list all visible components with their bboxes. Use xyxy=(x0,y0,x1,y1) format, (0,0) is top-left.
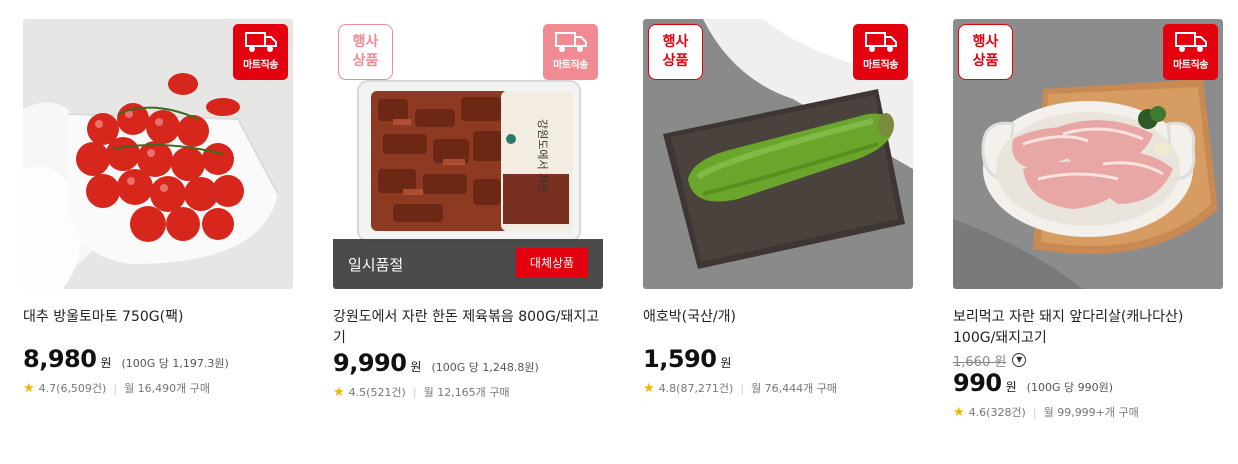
star-icon: ★ xyxy=(23,380,35,396)
soldout-text: 일시품절 xyxy=(348,256,404,274)
monthly-sales: 월 12,165개 구매 xyxy=(423,386,510,399)
unit-price: (100G 당 1,197.3원) xyxy=(121,357,229,370)
mart-delivery-badge[interactable]: 마트직송 xyxy=(1163,24,1218,80)
mart-delivery-label: 마트직송 xyxy=(553,60,588,71)
product-grid: 마트직송 대추 방울토마토 750G(팩) 8,980 원 (100G 당 1,… xyxy=(0,0,1238,464)
product-name[interactable]: 보리먹고 자란 돼지 앞다리살(캐나다산) 100G/돼지고기 xyxy=(953,307,1223,349)
mart-delivery-badge[interactable]: 마트직송 xyxy=(233,24,288,80)
monthly-sales: 월 76,444개 구매 xyxy=(751,382,838,395)
rating-row: ★ 4.5(521건) | 월 12,165개 구매 xyxy=(333,384,603,400)
mart-delivery-label: 마트직송 xyxy=(243,60,278,71)
unit-price: (100G 당 990원) xyxy=(1026,381,1113,394)
price-row: 1,590 원 xyxy=(643,345,913,373)
original-currency: 원 xyxy=(994,354,1007,370)
delivery-truck-icon xyxy=(1174,32,1207,52)
divider: | xyxy=(412,385,417,399)
rating: 4.8(87,271건) xyxy=(658,382,734,395)
delivery-truck-icon xyxy=(864,32,897,52)
divider: | xyxy=(1032,405,1037,419)
star-icon: ★ xyxy=(953,404,965,420)
product-image[interactable]: 강원도에서 자란 행사 상품 마트직송 일시품절 대체상품 xyxy=(333,19,603,289)
product-image[interactable]: 마트직송 xyxy=(23,19,293,289)
price: 990 xyxy=(953,369,1002,397)
divider: | xyxy=(740,381,745,395)
soldout-overlay: 일시품절 대체상품 xyxy=(333,239,603,289)
rating: 4.6(328건) xyxy=(968,406,1026,419)
currency: 원 xyxy=(1005,380,1017,394)
star-icon: ★ xyxy=(643,380,655,396)
divider: | xyxy=(113,381,118,395)
currency: 원 xyxy=(410,360,422,374)
unit-price: (100G 당 1,248.8원) xyxy=(431,361,539,374)
price-row: 990 원 (100G 당 990원) xyxy=(953,369,1223,397)
product-name[interactable]: 애호박(국산/개) xyxy=(643,307,913,328)
rating: 4.5(521건) xyxy=(348,386,406,399)
event-badge-line2: 상품 xyxy=(972,53,999,69)
event-badge-line2: 상품 xyxy=(352,53,379,69)
price: 8,980 xyxy=(23,345,97,373)
currency: 원 xyxy=(100,356,112,370)
mart-delivery-label: 마트직송 xyxy=(863,60,898,71)
alternative-product-button[interactable]: 대체상품 xyxy=(516,248,588,278)
rating-row: ★ 4.6(328건) | 월 99,999+개 구매 xyxy=(953,404,1223,420)
monthly-sales: 월 99,999+개 구매 xyxy=(1043,406,1139,419)
star-icon: ★ xyxy=(333,384,345,400)
delivery-truck-icon xyxy=(554,32,587,52)
rating: 4.7(6,509건) xyxy=(38,382,107,395)
product-card[interactable]: 마트직송 대추 방울토마토 750G(팩) 8,980 원 (100G 당 1,… xyxy=(23,19,293,396)
original-price-value: 1,660 xyxy=(953,354,991,370)
original-price-row: 1,660 원 ▼ xyxy=(953,351,1223,370)
product-card[interactable]: 행사 상품 마트직송 보리먹고 자란 돼지 앞다리살(캐나다산) 100G/돼지… xyxy=(953,19,1223,420)
event-product-badge: 행사 상품 xyxy=(958,24,1013,80)
currency: 원 xyxy=(720,356,732,370)
event-product-badge: 행사 상품 xyxy=(648,24,703,80)
mart-delivery-badge[interactable]: 마트직송 xyxy=(853,24,908,80)
product-card[interactable]: 행사 상품 마트직송 애호박(국산/개) 1,590 원 ★ 4.8(87,27… xyxy=(643,19,913,396)
chevron-down-icon[interactable]: ▼ xyxy=(1012,353,1027,367)
event-badge-line2: 상품 xyxy=(662,53,689,69)
event-badge-line1: 행사 xyxy=(662,34,689,50)
product-image[interactable]: 행사 상품 마트직송 xyxy=(953,19,1223,289)
delivery-truck-icon xyxy=(244,32,277,52)
product-name[interactable]: 강원도에서 자란 한돈 제육볶음 800G/돼지고기 xyxy=(333,307,603,349)
price: 9,990 xyxy=(333,349,407,377)
price: 1,590 xyxy=(643,345,717,373)
product-image[interactable]: 행사 상품 마트직송 xyxy=(643,19,913,289)
product-name[interactable]: 대추 방울토마토 750G(팩) xyxy=(23,307,293,328)
price-row: 9,990 원 (100G 당 1,248.8원) xyxy=(333,349,603,377)
original-price: 1,660 원 xyxy=(953,351,1006,370)
monthly-sales: 월 16,490개 구매 xyxy=(124,382,211,395)
mart-delivery-badge[interactable]: 마트직송 xyxy=(543,24,598,80)
rating-row: ★ 4.8(87,271건) | 월 76,444개 구매 xyxy=(643,380,913,396)
rating-row: ★ 4.7(6,509건) | 월 16,490개 구매 xyxy=(23,380,293,396)
product-card[interactable]: 강원도에서 자란 행사 상품 마트직송 일시품절 대체상품 강원도에서 자란 한… xyxy=(333,19,603,400)
event-product-badge: 행사 상품 xyxy=(338,24,393,80)
mart-delivery-label: 마트직송 xyxy=(1173,60,1208,71)
price-row: 8,980 원 (100G 당 1,197.3원) xyxy=(23,345,293,373)
event-badge-line1: 행사 xyxy=(352,34,379,50)
event-badge-line1: 행사 xyxy=(972,34,999,50)
svg-text:강원도에서 자란: 강원도에서 자란 xyxy=(536,119,549,193)
